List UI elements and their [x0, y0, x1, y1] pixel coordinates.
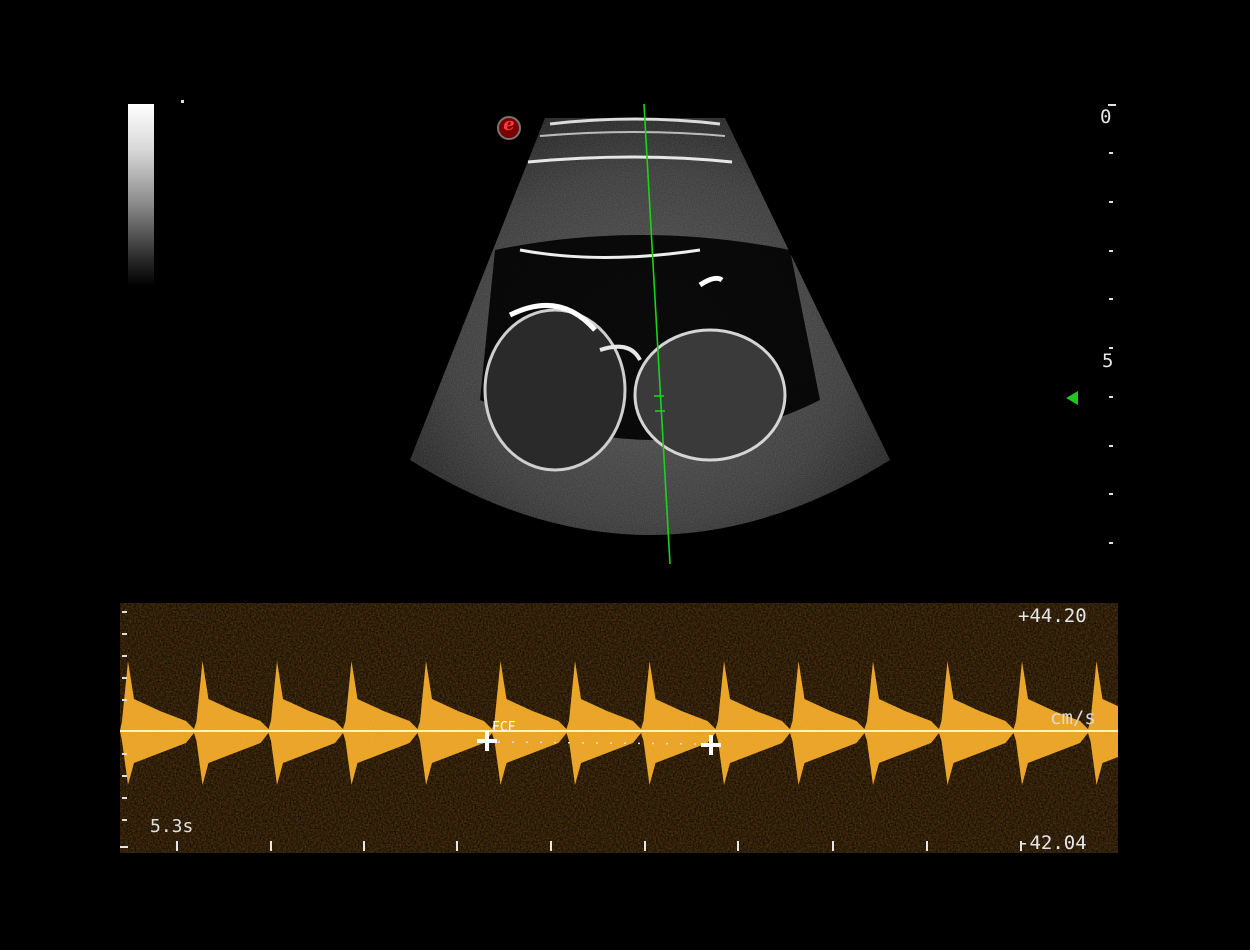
grayscale-map-bar: [128, 104, 154, 286]
caliper-label: FCF: [492, 720, 516, 735]
fetal-head: [483, 308, 627, 472]
depth-label-mid: 5: [1102, 350, 1114, 372]
sweep-time-label: 5.3s: [150, 816, 194, 837]
velocity-min-label: -42.04: [1018, 832, 1087, 854]
velocity-unit-label: cm/s: [1050, 707, 1096, 729]
focus-marker-icon[interactable]: [1066, 391, 1078, 405]
depth-ruler: [1108, 104, 1116, 544]
grayscale-bar-marker: [181, 100, 184, 103]
velocity-max-label: +44.20: [1018, 605, 1087, 627]
depth-label-top: 0: [1100, 106, 1112, 128]
bmode-image[interactable]: [400, 100, 900, 570]
doppler-spectrum[interactable]: FCF: [120, 603, 1118, 853]
